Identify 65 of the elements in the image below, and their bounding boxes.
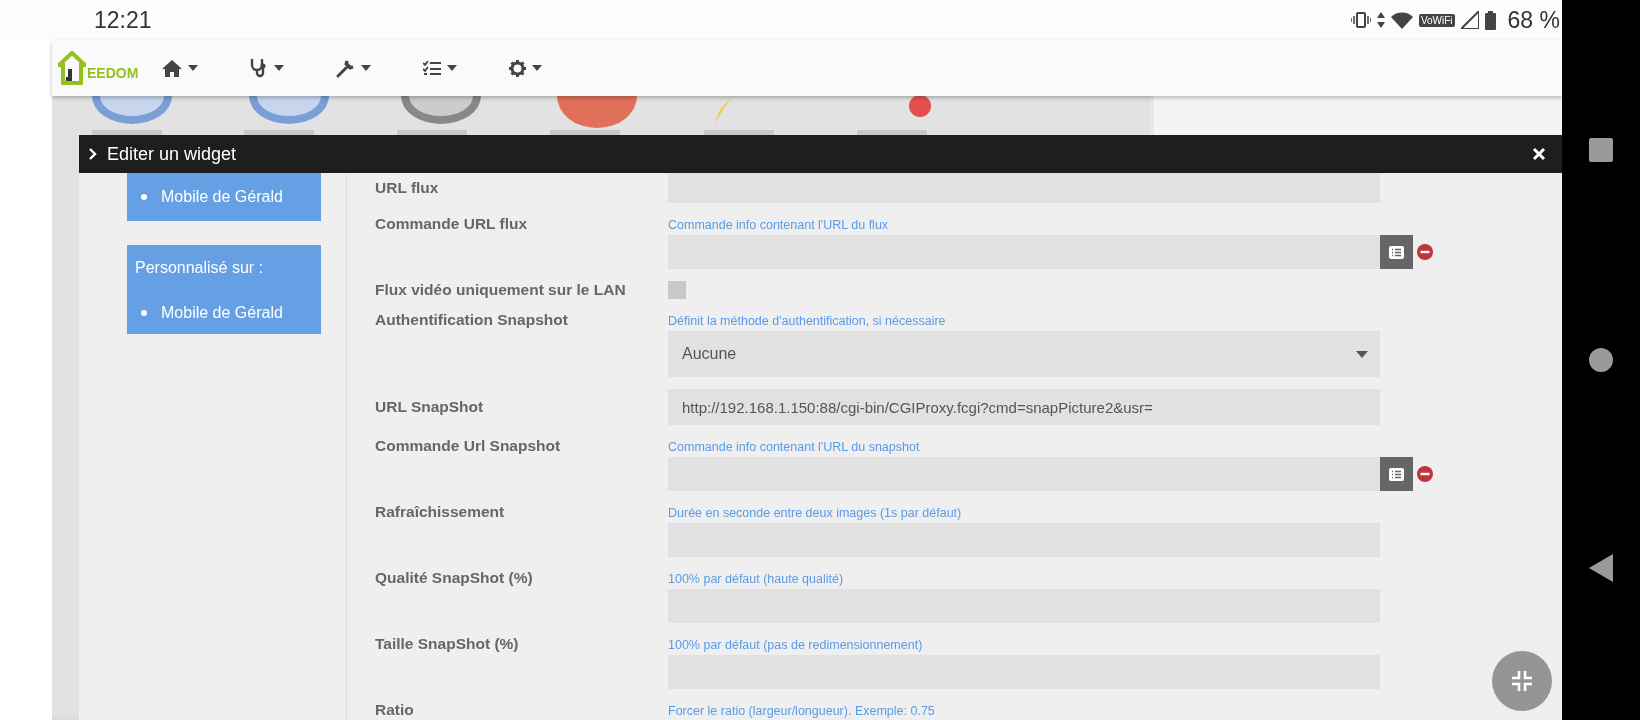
bullet-icon (141, 309, 147, 316)
field-label: Taille SnapShot (%) (375, 635, 520, 654)
stethoscope-icon (250, 58, 268, 78)
field-hint: Forcer le ratio (largeur/longueur). Exemple: 0.75 (668, 703, 936, 720)
battery-percent: 68 % (1507, 6, 1560, 34)
device-name: Mobile de Gérald (161, 188, 283, 206)
remove-icon[interactable] (1417, 244, 1433, 260)
list-icon (1389, 467, 1404, 481)
field-hint: 100% par défaut (haute qualité) (668, 571, 845, 588)
home-button[interactable] (1589, 348, 1613, 372)
url-field[interactable]: http://192.168.1.150:88/cgi-bin/CGIProxy.fcgi?cmd=snapPicture2&usr= (668, 389, 1380, 425)
caret-icon (361, 65, 371, 71)
caret-icon (1356, 350, 1368, 358)
checkbox[interactable] (668, 281, 686, 299)
settings-icon (509, 59, 526, 77)
authentication-select[interactable]: Aucune (668, 331, 1380, 377)
wifi-icon (1390, 11, 1413, 29)
command-list-button[interactable] (1380, 235, 1413, 269)
device-name: Mobile de Gérald (161, 303, 283, 322)
command-field[interactable] (668, 235, 1380, 269)
caret-icon (188, 65, 198, 71)
field-label: URL SnapShot (375, 398, 485, 416)
field-label: Qualité SnapShot (%) (375, 569, 534, 588)
chevron-icon (89, 148, 97, 160)
list-icon (1389, 245, 1404, 259)
vowifi-label: VoWiFi (1418, 13, 1455, 27)
caret-icon (274, 65, 284, 71)
wrench-icon (336, 58, 355, 78)
text-field[interactable] (668, 173, 1380, 203)
remove-icon[interactable] (1417, 466, 1433, 482)
close-icon (1532, 147, 1546, 161)
field-hint: Définit la méthode d'authentification, si nécessaire (668, 313, 947, 330)
command-list-button[interactable] (1380, 457, 1413, 491)
field-label: Rafraîchissement (375, 503, 506, 522)
clock: 12:21 (94, 6, 153, 34)
logo-text: EEDOM (87, 65, 139, 81)
house-logo-icon (58, 51, 86, 85)
caret-icon (532, 65, 542, 71)
circle-icon (1589, 348, 1613, 372)
field-label: Ratio (375, 701, 415, 720)
caret-icon (447, 65, 457, 71)
panel-heading: Personnalisé sur : (135, 259, 264, 277)
field-label: Authentification Snapshot (375, 311, 569, 330)
modal-title: Editer un widget (107, 143, 238, 165)
field-label: URL flux (375, 179, 440, 197)
field-label: Flux vidéo uniquement sur le LAN (375, 281, 627, 299)
data-arrows-icon (1376, 12, 1385, 28)
field-label: Commande URL flux (375, 215, 529, 234)
checklist-icon (423, 60, 441, 76)
field-hint: Durée en seconde entre deux images (1s par défaut) (668, 505, 963, 522)
back-button[interactable] (1589, 554, 1613, 582)
square-icon (1589, 138, 1613, 162)
triangle-icon (1589, 554, 1613, 582)
close-button[interactable] (1530, 145, 1548, 163)
vibrate-icon (1350, 12, 1371, 28)
bullet-icon (141, 194, 147, 200)
collapse-icon (1511, 670, 1533, 692)
home-icon (162, 59, 182, 77)
field-label: Commande Url Snapshot (375, 437, 562, 456)
battery-icon (1484, 10, 1496, 30)
field-hint: Commande info contenant l'URL du flux (668, 217, 890, 234)
command-field[interactable] (668, 457, 1380, 491)
signal-icon (1460, 11, 1479, 29)
field-hint: 100% par défaut (pas de redimensionnement) (668, 637, 924, 654)
field-hint: Commande info contenant l'URL du snapshot (668, 439, 921, 456)
